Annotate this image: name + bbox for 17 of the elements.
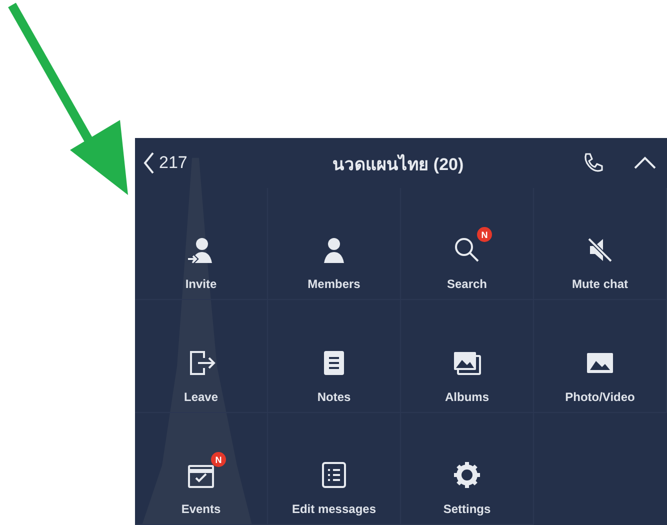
menu-item[interactable]: Notes	[268, 300, 401, 413]
menu-item[interactable]: Members	[268, 188, 401, 300]
menu-item[interactable]: Leave	[135, 300, 268, 413]
menu-item[interactable]: Mute chat	[534, 188, 667, 300]
checklist-icon	[319, 460, 349, 490]
chevron-left-icon	[143, 151, 155, 175]
menu-item[interactable]: Invite	[135, 188, 268, 300]
chat-title: นวดแผนไทย (20)	[332, 153, 465, 176]
menu-item[interactable]: Settings	[401, 412, 534, 525]
settings-icon	[452, 460, 482, 490]
menu-item[interactable]: Photo/Video	[534, 300, 667, 413]
menu-item[interactable]: Albums	[401, 300, 534, 413]
menu-item[interactable]: N Search	[401, 188, 534, 300]
menu-item[interactable]: N Events	[135, 412, 268, 525]
menu-item[interactable]: Edit messages	[268, 412, 401, 525]
new-badge: N	[477, 227, 492, 242]
back-button[interactable]: 217	[141, 149, 190, 177]
